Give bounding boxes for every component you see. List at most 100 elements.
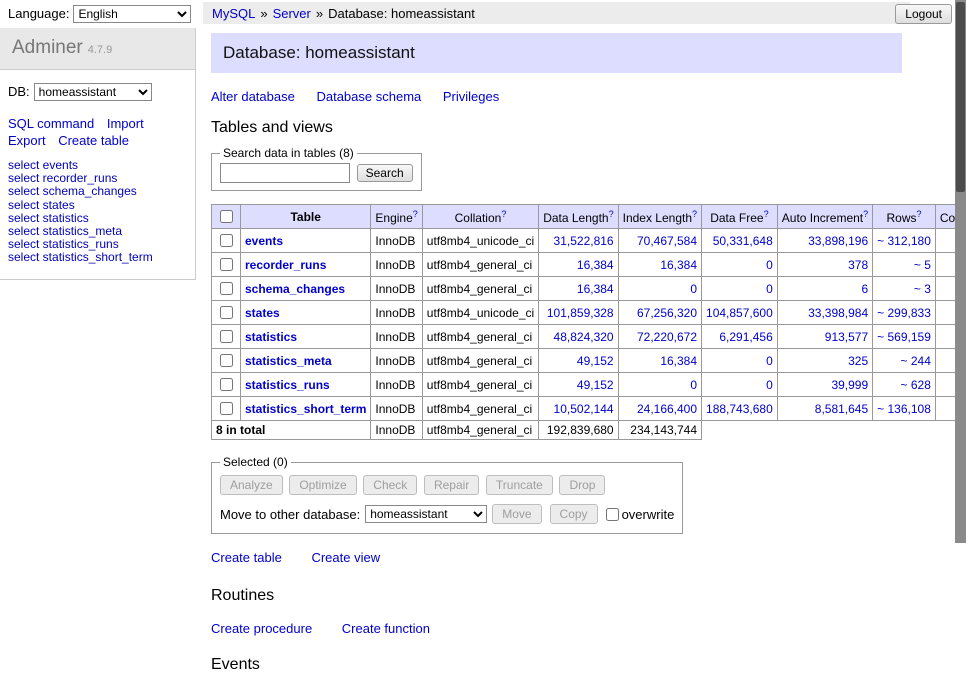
rows-value-link[interactable]: ~ 244 [901,354,931,368]
analyze-button[interactable]: Analyze [220,475,283,495]
rows-value-link[interactable]: ~ 136,108 [877,402,931,416]
row-select-checkbox[interactable] [220,354,233,367]
move-button[interactable]: Move [492,504,541,524]
copy-button[interactable]: Copy [550,504,598,524]
data-free-value-link[interactable]: 0 [766,354,773,368]
language-select[interactable]: English [73,5,191,23]
column-help-link[interactable]: ? [692,209,697,219]
index-length-value-link[interactable]: 72,220,672 [637,330,697,344]
index-length-value-link[interactable]: 16,384 [660,258,697,272]
table-name-link[interactable]: schema_changes [245,282,345,296]
column-help-link[interactable]: ? [413,209,418,219]
create-procedure-link[interactable]: Create procedure [211,621,312,636]
adminer-logo[interactable]: Adminer [12,37,83,58]
table-name-link[interactable]: statistics_runs [245,378,330,392]
rows-value-link[interactable]: ~ 3 [914,282,931,296]
column-help-link[interactable]: ? [764,209,769,219]
row-select-checkbox[interactable] [220,402,233,415]
drop-button[interactable]: Drop [559,475,605,495]
table-name-link[interactable]: statistics_meta [245,354,332,368]
sidebar-select-states[interactable]: select states [8,199,187,212]
row-select-checkbox[interactable] [220,306,233,319]
index-length-value-link[interactable]: 70,467,584 [637,234,697,248]
column-help-link[interactable]: ? [501,209,506,219]
data-length-value-link[interactable]: 101,859,328 [547,306,614,320]
breadcrumb-link-mysql[interactable]: MySQL [212,6,255,21]
auto-increment-value-link[interactable]: 325 [848,354,868,368]
data-length-value-link[interactable]: 49,152 [577,354,614,368]
data-free-value-link[interactable]: 0 [766,282,773,296]
index-length-value-link[interactable]: 0 [690,282,697,296]
data-free-value-link[interactable]: 104,857,600 [706,306,773,320]
scrollbar-track[interactable] [955,0,966,543]
privileges-link[interactable]: Privileges [443,89,499,104]
row-select-checkbox[interactable] [220,258,233,271]
create-table-link-main[interactable]: Create table [211,550,282,565]
cell-collation: utf8mb4_general_ci [422,373,538,397]
logout-button[interactable]: Logout [895,4,952,24]
index-length-value-link[interactable]: 24,166,400 [637,402,697,416]
column-help-link[interactable]: ? [863,209,868,219]
database-schema-link[interactable]: Database schema [316,89,421,104]
table-name-link[interactable]: events [245,234,283,248]
table-name-link[interactable]: recorder_runs [245,258,326,272]
select-all-checkbox[interactable] [220,210,233,223]
auto-increment-value-link[interactable]: 33,898,196 [808,234,868,248]
data-free-value-link[interactable]: 0 [766,378,773,392]
row-select-checkbox[interactable] [220,234,233,247]
import-link[interactable]: Import [107,116,144,131]
table-name-link[interactable]: statistics [245,330,297,344]
rows-value-link[interactable]: ~ 299,833 [877,306,931,320]
column-help-link[interactable]: ? [917,209,922,219]
auto-increment-value-link[interactable]: 6 [861,282,868,296]
truncate-button[interactable]: Truncate [486,475,553,495]
data-length-value-link[interactable]: 31,522,816 [554,234,614,248]
data-free-value-link[interactable]: 0 [766,258,773,272]
cell-table-name: statistics_meta [241,349,371,373]
sidebar-select-schema-changes[interactable]: select schema_changes [8,185,187,198]
scrollbar-thumb[interactable] [956,2,965,192]
auto-increment-value-link[interactable]: 913,577 [825,330,868,344]
search-input[interactable] [220,163,350,183]
data-length-value-link[interactable]: 16,384 [577,282,614,296]
optimize-button[interactable]: Optimize [289,475,356,495]
db-select[interactable]: homeassistant [34,83,152,101]
create-function-link[interactable]: Create function [342,621,430,636]
auto-increment-value-link[interactable]: 378 [848,258,868,272]
create-view-link[interactable]: Create view [311,550,380,565]
alter-database-link[interactable]: Alter database [211,89,295,104]
export-link[interactable]: Export [8,133,46,148]
index-length-value-link[interactable]: 0 [690,378,697,392]
rows-value-link[interactable]: ~ 569,159 [877,330,931,344]
column-help-link[interactable]: ? [609,209,614,219]
create-table-link[interactable]: Create table [58,133,129,148]
auto-increment-value-link[interactable]: 39,999 [831,378,868,392]
search-button[interactable]: Search [357,164,413,182]
data-free-value-link[interactable]: 188,743,680 [706,402,773,416]
row-select-checkbox[interactable] [220,378,233,391]
rows-value-link[interactable]: ~ 628 [901,378,931,392]
auto-increment-value-link[interactable]: 33,398,984 [808,306,868,320]
data-free-value-link[interactable]: 50,331,648 [713,234,773,248]
data-length-value-link[interactable]: 49,152 [577,378,614,392]
rows-value-link[interactable]: ~ 5 [914,258,931,272]
data-free-value-link[interactable]: 6,291,456 [719,330,772,344]
table-name-link[interactable]: statistics_short_term [245,402,366,416]
repair-button[interactable]: Repair [424,475,479,495]
table-name-link[interactable]: states [245,306,280,320]
check-button[interactable]: Check [363,475,417,495]
auto-increment-value-link[interactable]: 8,581,645 [815,402,868,416]
move-database-select[interactable]: homeassistant [365,505,487,523]
overwrite-checkbox[interactable] [606,508,619,521]
data-length-value-link[interactable]: 16,384 [577,258,614,272]
rows-value-link[interactable]: ~ 312,180 [877,234,931,248]
row-select-checkbox[interactable] [220,282,233,295]
index-length-value-link[interactable]: 16,384 [660,354,697,368]
index-length-value-link[interactable]: 67,256,320 [637,306,697,320]
row-select-checkbox[interactable] [220,330,233,343]
sidebar-select-statistics-short-term[interactable]: select statistics_short_term [8,251,187,264]
data-length-value-link[interactable]: 48,824,320 [554,330,614,344]
breadcrumb-link-server[interactable]: Server [273,6,311,21]
data-length-value-link[interactable]: 10,502,144 [554,402,614,416]
sql-command-link[interactable]: SQL command [8,116,94,131]
